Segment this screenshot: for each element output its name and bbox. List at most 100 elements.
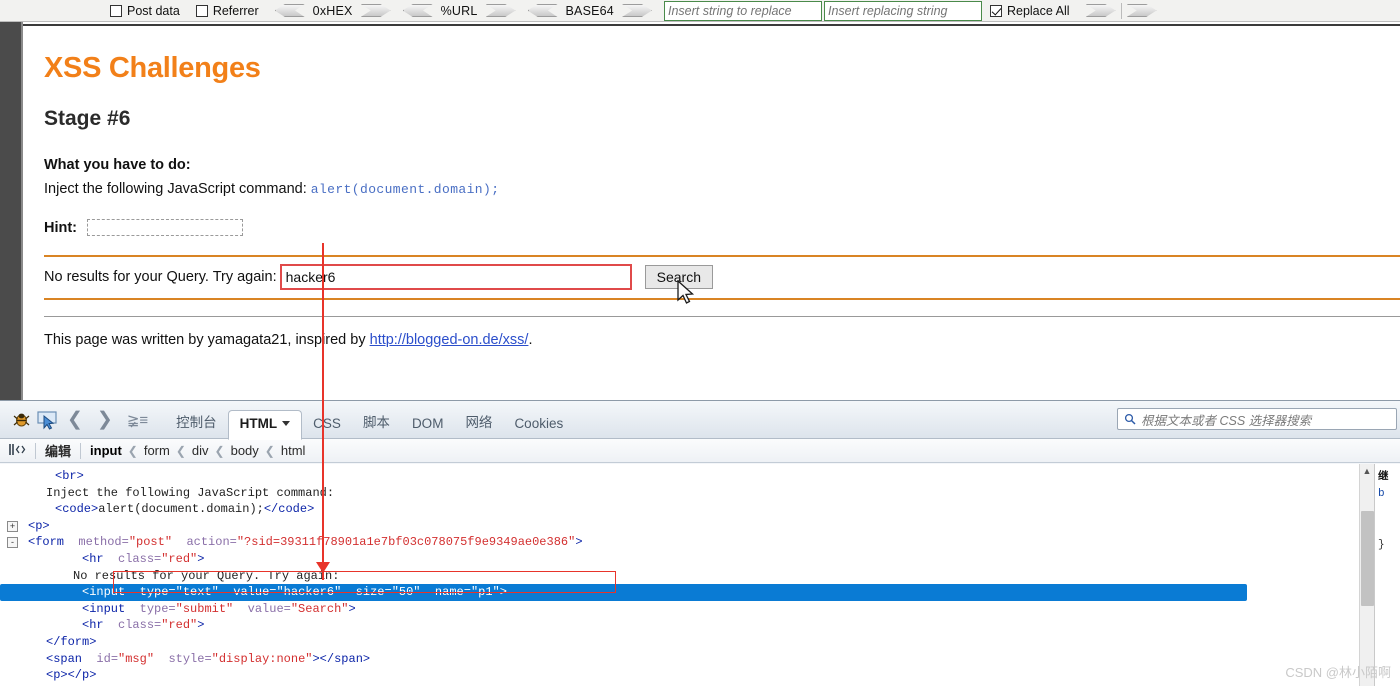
arrow-left-icon[interactable] bbox=[275, 4, 305, 17]
encoder-url[interactable]: %URL bbox=[403, 4, 516, 18]
tab-html[interactable]: HTML bbox=[228, 410, 303, 440]
browser-left-gutter bbox=[0, 22, 21, 400]
source-line[interactable]: -<form method="post" action="?sid=39311f… bbox=[0, 534, 1362, 551]
breadcrumb-arrow-icon: ❮ bbox=[176, 444, 186, 458]
page-title: XSS Challenges bbox=[44, 52, 1400, 85]
replace-from-input[interactable] bbox=[664, 1, 822, 21]
source-line[interactable]: +<p> bbox=[0, 518, 1362, 535]
postdata-checkbox-box[interactable] bbox=[110, 5, 122, 17]
breadcrumb-item-html[interactable]: html bbox=[281, 443, 306, 458]
source-token-tx: No results for your Query. Try again: bbox=[73, 569, 339, 583]
source-token-av: "display:none" bbox=[212, 652, 313, 666]
list-view-icon[interactable]: ≩≡ bbox=[120, 411, 155, 429]
arrow-right-icon[interactable] bbox=[486, 4, 516, 17]
devtools-toolbar: ❮ ❯ ≩≡ 控制台 HTML CSS 脚本 DOM 网络 bbox=[0, 401, 1400, 439]
source-token-an: type= bbox=[132, 585, 175, 599]
postdata-label: Post data bbox=[127, 4, 180, 18]
devtools-search-box[interactable]: 根据文本或者 CSS 选择器搜索 bbox=[1117, 408, 1397, 430]
replace-to-input[interactable] bbox=[824, 1, 982, 21]
arrow-right-icon[interactable] bbox=[361, 4, 391, 17]
nav-back-icon[interactable]: ❮ bbox=[60, 408, 90, 431]
tab-dom[interactable]: DOM bbox=[401, 410, 455, 439]
referrer-label: Referrer bbox=[213, 4, 259, 18]
scrollbar-thumb[interactable] bbox=[1361, 511, 1374, 606]
arrow-left-icon[interactable] bbox=[528, 4, 558, 17]
source-line[interactable]: <p></p> bbox=[0, 667, 1362, 684]
source-token-av: "Search" bbox=[291, 602, 349, 616]
nav-forward-icon[interactable]: ❯ bbox=[90, 408, 120, 431]
tab-network[interactable]: 网络 bbox=[454, 405, 503, 439]
source-line[interactable]: <code>alert(document.domain);</code> bbox=[0, 501, 1362, 518]
inspect-element-icon[interactable] bbox=[34, 407, 60, 433]
side-panel-line2: } bbox=[1378, 537, 1397, 554]
encoder-base64-label: BASE64 bbox=[566, 4, 614, 18]
referrer-checkbox-box[interactable] bbox=[196, 5, 208, 17]
source-line-content: <br> bbox=[0, 469, 84, 483]
source-line-content: <span id="msg" style="display:none"></sp… bbox=[0, 652, 370, 666]
tab-console[interactable]: 控制台 bbox=[165, 405, 228, 439]
source-line[interactable]: <hr class="red"> bbox=[0, 551, 1362, 568]
footer-link[interactable]: http://blogged-on.de/xss/ bbox=[370, 332, 529, 348]
source-line-selected[interactable]: <input type="text" value="hacker6" size=… bbox=[0, 584, 1247, 601]
breadcrumb-item-form[interactable]: form bbox=[144, 443, 170, 458]
source-token-tw: <span bbox=[46, 652, 89, 666]
breadcrumb-item-input[interactable]: input bbox=[90, 443, 122, 458]
tab-script[interactable]: 脚本 bbox=[352, 405, 401, 439]
arrow-left-icon[interactable] bbox=[403, 4, 433, 17]
source-token-av: "hacker6" bbox=[276, 585, 341, 599]
arrow-right-icon[interactable] bbox=[622, 4, 652, 17]
footer-suffix: . bbox=[528, 332, 532, 348]
breadcrumb-arrow-icon: ❮ bbox=[265, 444, 275, 458]
scroll-up-icon[interactable]: ▲ bbox=[1360, 464, 1374, 479]
breadcrumb-item-body[interactable]: body bbox=[231, 443, 259, 458]
source-line[interactable]: No results for your Query. Try again: bbox=[0, 568, 1362, 585]
replace-all-checkbox[interactable]: Replace All bbox=[990, 4, 1070, 18]
query-message: No results for your Query. Try again: bbox=[44, 269, 277, 285]
expand-node-icon[interactable]: + bbox=[7, 521, 18, 532]
source-line[interactable]: <input type="submit" value="Search"> bbox=[0, 601, 1362, 618]
source-line[interactable]: <span id="msg" style="display:none"></sp… bbox=[0, 651, 1362, 668]
side-panel-title: 继 bbox=[1378, 469, 1397, 486]
style-side-panel: 继 b } bbox=[1374, 464, 1400, 686]
replace-all-execute-arrow-icon[interactable] bbox=[1127, 4, 1157, 17]
search-input[interactable] bbox=[281, 265, 631, 289]
source-vertical-scrollbar[interactable]: ▲ bbox=[1359, 464, 1374, 686]
collapse-node-icon[interactable]: - bbox=[7, 537, 18, 548]
encoder-hex-label: 0xHEX bbox=[313, 4, 353, 18]
html-source-tree[interactable]: <br> Inject the following JavaScript comm… bbox=[0, 464, 1362, 686]
html-source-view-icon[interactable] bbox=[8, 442, 26, 460]
search-icon bbox=[1124, 413, 1136, 425]
source-line-content: <hr class="red"> bbox=[0, 618, 204, 632]
source-token-tw: </code> bbox=[264, 502, 314, 516]
stage-title: Stage #6 bbox=[44, 107, 1400, 131]
task-line: Inject the following JavaScript command:… bbox=[44, 179, 1400, 200]
tab-css[interactable]: CSS bbox=[302, 410, 352, 439]
source-line[interactable]: <br> bbox=[0, 468, 1362, 485]
source-token-tw: <p></p> bbox=[46, 668, 96, 682]
firebug-bug-icon[interactable] bbox=[8, 407, 34, 433]
encoder-hex[interactable]: 0xHEX bbox=[275, 4, 391, 18]
postdata-checkbox[interactable]: Post data bbox=[110, 4, 180, 18]
tab-cookies[interactable]: Cookies bbox=[503, 410, 574, 439]
breadcrumb-item-div[interactable]: div bbox=[192, 443, 209, 458]
replace-all-checkbox-box[interactable] bbox=[990, 5, 1002, 17]
edit-button[interactable]: 编辑 bbox=[45, 441, 71, 460]
breadcrumb-divider bbox=[80, 443, 81, 459]
source-line[interactable]: <hr class="red"> bbox=[0, 617, 1362, 634]
page-content: XSS Challenges Stage #6 What you have to… bbox=[23, 24, 1400, 400]
source-token-tw: <hr bbox=[82, 552, 111, 566]
source-line[interactable]: </form> bbox=[0, 634, 1362, 651]
source-line[interactable]: Inject the following JavaScript command: bbox=[0, 485, 1362, 502]
chevron-down-icon[interactable] bbox=[282, 421, 290, 426]
source-token-tw: > bbox=[197, 618, 204, 632]
source-token-av: "50" bbox=[392, 585, 421, 599]
devtools-panel: ❮ ❯ ≩≡ 控制台 HTML CSS 脚本 DOM 网络 bbox=[0, 400, 1400, 685]
task-heading: What you have to do: bbox=[44, 157, 191, 173]
replace-execute-arrow-icon[interactable] bbox=[1086, 4, 1116, 17]
mouse-cursor-icon bbox=[677, 280, 697, 308]
source-token-tw: <hr bbox=[82, 618, 111, 632]
referrer-checkbox[interactable]: Referrer bbox=[196, 4, 259, 18]
divider-gray bbox=[44, 316, 1400, 317]
breadcrumb: 编辑 input ❮ form ❮ div ❮ body ❮ html bbox=[0, 439, 1400, 463]
encoder-base64[interactable]: BASE64 bbox=[528, 4, 652, 18]
